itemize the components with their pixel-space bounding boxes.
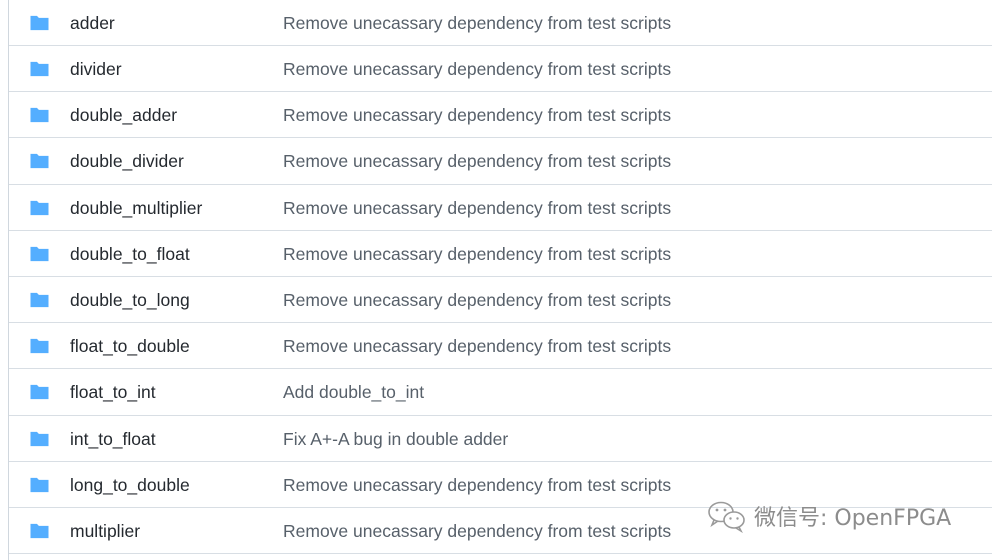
commit-message-link[interactable]: Remove unecassary dependency from test s…: [283, 323, 671, 369]
directory-link[interactable]: double_divider: [70, 138, 184, 184]
folder-icon: [30, 61, 49, 77]
table-row: adder Remove unecassary dependency from …: [9, 0, 992, 46]
commit-message-link[interactable]: Remove unecassary dependency from test s…: [283, 277, 671, 323]
commit-message-link[interactable]: Remove unecassary dependency from test s…: [283, 92, 671, 138]
directory-link[interactable]: double_to_long: [70, 277, 190, 323]
folder-icon: [30, 431, 49, 446]
directory-link[interactable]: int_to_float: [70, 416, 156, 462]
directory-link[interactable]: double_adder: [70, 92, 177, 138]
table-row: float_to_double Remove unecassary depend…: [9, 323, 992, 370]
commit-message-link[interactable]: Remove unecassary dependency from test s…: [283, 0, 671, 46]
directory-link[interactable]: long_to_double: [70, 462, 190, 508]
commit-message-link[interactable]: Add double_to_int: [283, 369, 424, 415]
table-row: double_adder Remove unecassary dependenc…: [9, 92, 992, 139]
directory-link[interactable]: double_to_float: [70, 231, 190, 277]
commit-message-link[interactable]: Remove unecassary dependency from test s…: [283, 231, 671, 277]
directory-link[interactable]: divider: [70, 46, 122, 92]
commit-message-link[interactable]: Remove unecassary dependency from test s…: [283, 508, 671, 554]
folder-icon: [30, 15, 49, 31]
table-row: double_to_float Remove unecassary depend…: [9, 231, 992, 277]
commit-message-link[interactable]: Remove unecassary dependency from test s…: [283, 138, 671, 184]
table-row: double_multiplier Remove unecassary depe…: [9, 185, 992, 231]
folder-icon: [30, 246, 49, 261]
table-row: int_to_float Fix A+-A bug in double adde…: [9, 416, 992, 462]
folder-icon: [30, 339, 49, 354]
file-list: adder Remove unecassary dependency from …: [8, 0, 992, 560]
directory-link[interactable]: float_to_double: [70, 323, 190, 369]
table-row: double_divider Remove unecassary depende…: [9, 138, 992, 185]
folder-icon: [30, 477, 49, 492]
directory-link[interactable]: double_multiplier: [70, 185, 202, 231]
directory-link[interactable]: multiplier: [70, 508, 140, 554]
commit-message-link[interactable]: Remove unecassary dependency from test s…: [283, 185, 671, 231]
directory-link[interactable]: float_to_int: [70, 369, 156, 415]
folder-icon: [30, 200, 49, 215]
table-row: divider Remove unecassary dependency fro…: [9, 46, 992, 93]
folder-icon: [30, 108, 49, 123]
folder-icon: [30, 154, 49, 169]
directory-link[interactable]: adder: [70, 0, 115, 46]
table-row: double_to_long Remove unecassary depende…: [9, 277, 992, 324]
table-row: float_to_int Add double_to_int: [9, 369, 992, 416]
folder-icon: [30, 523, 49, 538]
watermark: 微信号: OpenFPGA: [706, 496, 951, 536]
folder-icon: [30, 292, 49, 308]
commit-message-link[interactable]: Remove unecassary dependency from test s…: [283, 462, 671, 508]
watermark-text: 微信号: OpenFPGA: [754, 506, 952, 531]
wechat-icon: [708, 501, 745, 533]
folder-icon: [30, 385, 49, 400]
commit-message-link[interactable]: Remove unecassary dependency from test s…: [283, 46, 671, 92]
commit-message-link[interactable]: Fix A+-A bug in double adder: [283, 416, 508, 462]
